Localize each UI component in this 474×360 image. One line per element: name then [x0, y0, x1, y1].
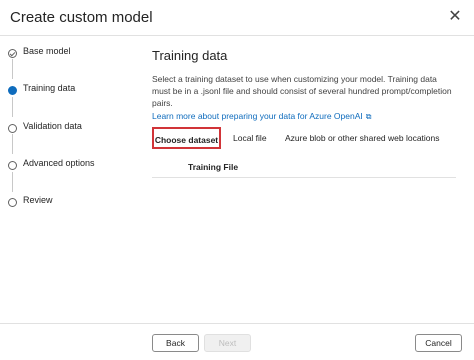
step-label: Training data	[23, 83, 76, 93]
learn-more-text: Learn more about preparing your data for…	[152, 111, 363, 121]
step-pending-icon	[8, 198, 17, 207]
dialog-footer: Back Next Cancel	[0, 323, 474, 360]
tab-azure-blob[interactable]: Azure blob or other shared web locations	[285, 127, 440, 149]
step-validation-data[interactable]: Validation data	[8, 120, 138, 136]
step-complete-icon	[8, 49, 17, 58]
next-button[interactable]: Next	[204, 334, 251, 352]
step-label: Validation data	[23, 121, 82, 131]
cancel-button[interactable]: Cancel	[415, 334, 462, 352]
external-link-icon: ⧉	[365, 112, 372, 121]
step-advanced-options[interactable]: Advanced options	[8, 157, 138, 173]
section-title: Training data	[152, 48, 228, 63]
step-pending-icon	[8, 161, 17, 170]
step-current-icon	[8, 86, 17, 95]
learn-more-link[interactable]: Learn more about preparing your data for…	[152, 111, 371, 122]
step-connector	[12, 97, 13, 117]
tab-local-file[interactable]: Local file	[233, 127, 267, 149]
table-header: Training File	[152, 161, 456, 178]
dialog-header: Create custom model ✕	[0, 0, 474, 36]
back-button[interactable]: Back	[152, 334, 199, 352]
step-base-model[interactable]: Base model	[8, 45, 138, 61]
step-label: Base model	[23, 46, 71, 56]
step-connector	[12, 59, 13, 79]
close-icon[interactable]: ✕	[447, 9, 463, 25]
tab-choose-dataset[interactable]: Choose dataset	[152, 127, 221, 149]
step-review[interactable]: Review	[8, 194, 138, 210]
section-description: Select a training dataset to use when cu…	[152, 74, 452, 108]
stepper: Base model Training data Validation data…	[0, 36, 140, 360]
step-label: Advanced options	[23, 158, 95, 168]
dialog-title: Create custom model	[10, 9, 153, 26]
step-connector	[12, 172, 13, 192]
source-tabs: Choose dataset Local file Azure blob or …	[152, 124, 462, 152]
step-training-data[interactable]: Training data	[8, 82, 138, 98]
step-connector	[12, 134, 13, 154]
step-pending-icon	[8, 124, 17, 133]
step-label: Review	[23, 195, 53, 205]
column-header-training-file[interactable]: Training File	[188, 162, 238, 172]
